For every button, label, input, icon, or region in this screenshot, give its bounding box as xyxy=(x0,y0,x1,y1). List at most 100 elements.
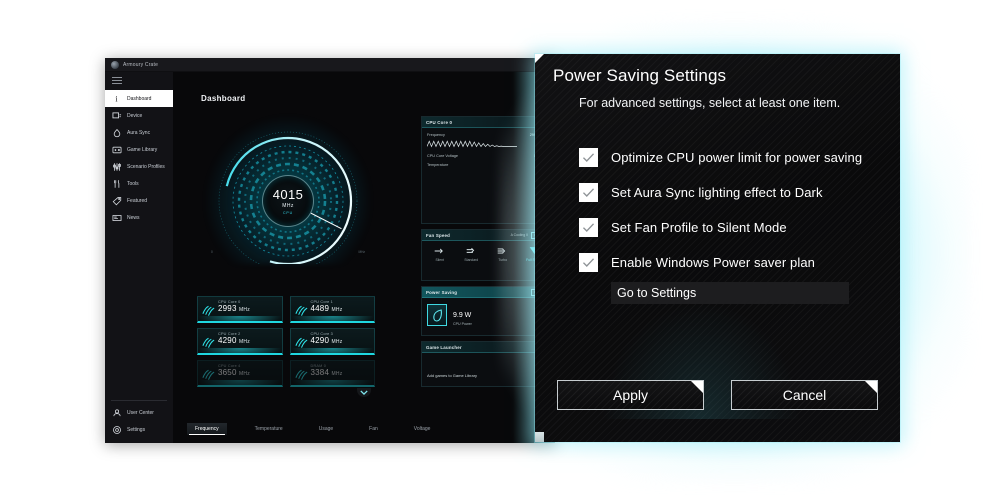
device-icon xyxy=(111,110,122,121)
sidebar-item-news[interactable]: News xyxy=(105,209,173,226)
sidebar-divider xyxy=(111,400,167,401)
gauge-readout: 4015 MHz CPU xyxy=(262,175,314,227)
widget-title: Power Saving xyxy=(426,289,458,295)
fan-mode-standard[interactable]: Standard xyxy=(458,245,484,262)
page-title: Dashboard xyxy=(201,94,246,103)
fan-silent-icon xyxy=(434,245,445,256)
core-wave-icon xyxy=(202,369,215,380)
tab-usage[interactable]: Usage xyxy=(311,423,341,435)
cancel-button-label: Cancel xyxy=(782,387,827,403)
sidebar-item-label: Dashboard xyxy=(127,95,152,102)
sidebar-item-aura-sync[interactable]: Aura Sync xyxy=(105,124,173,141)
metric-key: CPU Core Voltage xyxy=(427,154,459,158)
svg-text:i: i xyxy=(115,94,118,103)
sidebar-item-scenario-profiles[interactable]: Scenario Profiles xyxy=(105,158,173,175)
checkbox-checked-icon[interactable] xyxy=(579,183,598,202)
featured-tag-icon xyxy=(111,195,122,206)
sidebar: i Dashboard Device Aura Sync Game Librar… xyxy=(105,72,173,443)
sidebar-item-label: Aura Sync xyxy=(127,129,151,136)
tools-icon xyxy=(111,178,122,189)
sidebar-item-label: User Center xyxy=(127,409,154,416)
go-to-settings-label: Go to Settings xyxy=(617,286,697,300)
gauge-min-label: 0 xyxy=(211,250,213,254)
widget-title: Fan Speed xyxy=(426,232,451,238)
fan-standard-icon xyxy=(466,245,477,256)
cpu-power-value: 9.9 W xyxy=(453,312,472,319)
cpu-frequency-gauge: 4015 MHz CPU 0 MHz xyxy=(203,114,373,264)
go-to-settings-link[interactable]: Go to Settings xyxy=(611,282,849,304)
cpu-core-card[interactable]: CPU Core 2 4290 MHz xyxy=(197,328,283,355)
sidebar-item-tools[interactable]: Tools xyxy=(105,175,173,192)
dialog-action-bar: Apply Cancel xyxy=(557,380,878,410)
cpu-core-card-grid: CPU Core 0 2993 MHz CPU Core 1 4489 MHz … xyxy=(197,296,375,387)
power-saving-settings-dialog: Power Saving Settings For advanced setti… xyxy=(535,54,900,442)
sidebar-item-label: Device xyxy=(127,112,143,119)
sidebar-item-user-center[interactable]: User Center xyxy=(105,404,173,421)
core-frequency: 4290 MHz xyxy=(310,336,343,345)
armoury-crate-window: Armoury Crate i Dashboard Device Aura Sy… xyxy=(105,58,555,443)
option-label: Set Fan Profile to Silent Mode xyxy=(611,220,787,235)
gauge-source: CPU xyxy=(283,210,293,215)
apply-button[interactable]: Apply xyxy=(557,380,704,410)
power-leaf-icon xyxy=(427,304,447,326)
tab-temperature[interactable]: Temperature xyxy=(247,423,291,435)
option-set-aura-sync-dark[interactable]: Set Aura Sync lighting effect to Dark xyxy=(579,175,880,210)
metric-tabs: Frequency Temperature Usage Fan Voltage xyxy=(187,423,438,435)
gauge-unit: MHz xyxy=(282,202,294,209)
info-icon: i xyxy=(111,93,122,104)
option-label: Enable Windows Power saver plan xyxy=(611,255,815,270)
tab-frequency[interactable]: Frequency xyxy=(187,423,227,435)
sidebar-item-device[interactable]: Device xyxy=(105,107,173,124)
tab-voltage[interactable]: Voltage xyxy=(406,423,439,435)
dialog-title: Power Saving Settings xyxy=(553,66,727,85)
option-enable-windows-power-saver[interactable]: Enable Windows Power saver plan xyxy=(579,245,880,280)
sidebar-item-label: Settings xyxy=(127,426,146,433)
checkbox-checked-icon[interactable] xyxy=(579,148,598,167)
core-wave-icon xyxy=(294,369,307,380)
metric-key: Temperature xyxy=(427,163,449,167)
checkbox-checked-icon[interactable] xyxy=(579,253,598,272)
sidebar-item-game-library[interactable]: Game Library xyxy=(105,141,173,158)
fan-mode-label: Standard xyxy=(464,258,479,262)
user-center-icon xyxy=(111,407,122,418)
sidebar-item-dashboard[interactable]: i Dashboard xyxy=(105,90,173,107)
tab-fan[interactable]: Fan xyxy=(361,423,386,435)
checkbox-checked-icon[interactable] xyxy=(579,218,598,237)
hamburger-menu-icon[interactable] xyxy=(112,77,122,84)
dashboard-main: Dashboard 4015 MHz CPU 0 MHz CPU Core 0 … xyxy=(173,72,555,443)
sidebar-item-label: News xyxy=(127,214,140,221)
cpu-core-card[interactable]: CPU Core 3 4290 MHz xyxy=(289,328,375,355)
fan-mode-silent[interactable]: Silent xyxy=(427,245,453,262)
apply-button-label: Apply xyxy=(612,387,649,403)
sidebar-item-featured[interactable]: Featured xyxy=(105,192,173,209)
widget-title: CPU Core 0 xyxy=(426,119,453,125)
chevron-down-icon[interactable] xyxy=(357,388,371,397)
sidebar-item-label: Game Library xyxy=(127,146,158,153)
gauge-value: 4015 xyxy=(272,186,304,202)
core-frequency: 2993 MHz xyxy=(218,304,250,313)
news-icon xyxy=(111,212,122,223)
game-launcher-hint: Add games to Game Library xyxy=(427,373,478,378)
armoury-crate-logo-icon xyxy=(111,60,119,69)
core-frequency: 3384 MHz xyxy=(310,368,343,377)
power-saving-readout: 9.9 W CPU Power xyxy=(453,304,472,326)
aura-sync-icon xyxy=(111,127,122,138)
option-optimize-cpu-power-limit[interactable]: Optimize CPU power limit for power savin… xyxy=(579,140,880,175)
cpu-core-card[interactable]: CPU Core 1 4489 MHz xyxy=(289,296,375,323)
cancel-button[interactable]: Cancel xyxy=(731,380,878,410)
sidebar-item-label: Tools xyxy=(127,180,139,187)
core-frequency: 4489 MHz xyxy=(310,304,343,313)
core-wave-icon xyxy=(294,337,307,348)
cpu-core-card[interactable]: DRAM 0 3384 MHz xyxy=(289,360,375,387)
sidebar-item-label: Featured xyxy=(127,197,148,204)
cpu-core-card[interactable]: CPU Core 0 2993 MHz xyxy=(197,296,283,323)
option-set-fan-profile-silent[interactable]: Set Fan Profile to Silent Mode xyxy=(579,210,880,245)
cpu-core-card[interactable]: CPU Core 4 3650 MHz xyxy=(197,360,283,387)
gauge-max-label: MHz xyxy=(358,250,365,254)
option-label: Set Aura Sync lighting effect to Dark xyxy=(611,185,823,200)
sidebar-item-settings[interactable]: Settings xyxy=(105,421,173,438)
app-titlebar: Armoury Crate xyxy=(105,58,555,72)
dialog-subtitle: For advanced settings, select at least o… xyxy=(579,96,841,110)
scenario-profiles-icon xyxy=(111,161,122,172)
